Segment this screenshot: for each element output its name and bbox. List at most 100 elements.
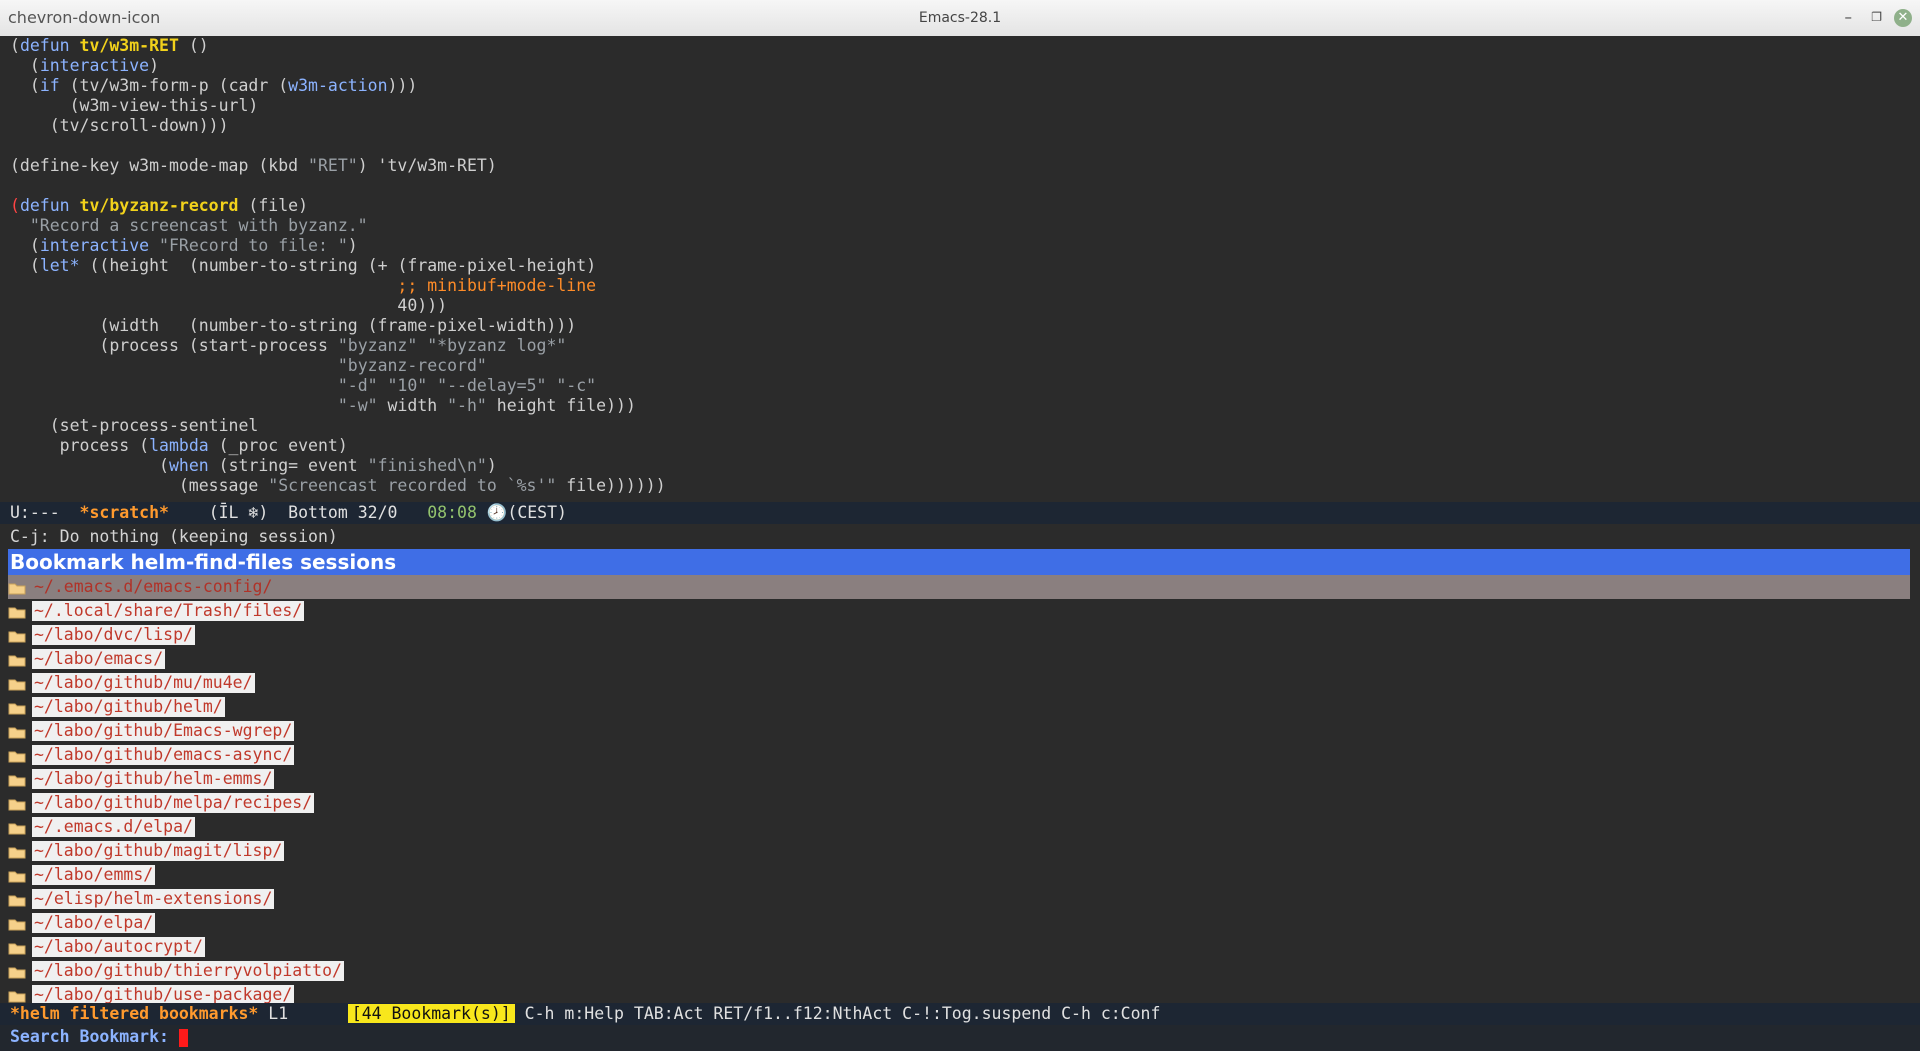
code-token: (	[10, 456, 169, 475]
code-line[interactable]	[0, 136, 1920, 156]
window-title: Emacs-28.1	[918, 10, 1002, 26]
code-line[interactable]: (let* ((height (number-to-string (+ (fra…	[0, 256, 1920, 276]
bookmark-path: ~/.local/share/Trash/files/	[32, 601, 305, 621]
code-token: (tv/w3m-form-p (cadr (	[59, 76, 289, 95]
code-token: "finished\n"	[367, 456, 487, 475]
bookmark-item[interactable]: ~/labo/github/helm/	[0, 695, 1920, 719]
code-line[interactable]: "-d" "10" "--delay=5" "-c"	[0, 376, 1920, 396]
window-titlebar: chevron-down-icon Emacs-28.1 – ❐ ✕	[0, 0, 1920, 37]
clock-icon-timezone: 🕗(CEST)	[476, 503, 567, 522]
bookmark-item[interactable]: ~/labo/emacs/	[0, 647, 1920, 671]
mode-indicators: (ĪL ❄) Bottom 32/0	[168, 503, 428, 522]
code-editor[interactable]: (defun tv/w3m-RET () (interactive) (if (…	[0, 36, 1920, 502]
code-line[interactable]: (process (start-process "byzanz" "*byzan…	[0, 336, 1920, 356]
minibuffer[interactable]: Search Bookmark:	[0, 1025, 1920, 1051]
code-line[interactable]: (interactive)	[0, 56, 1920, 76]
bookmark-path: ~/.emacs.d/elpa/	[32, 817, 195, 837]
code-token: "*byzanz log*"	[427, 336, 567, 355]
text-cursor	[178, 1028, 188, 1047]
code-line[interactable]: (w3m-view-this-url)	[0, 96, 1920, 116]
code-line[interactable]: (interactive "FRecord to file: ")	[0, 236, 1920, 256]
bookmark-path: ~/labo/github/helm-emms/	[32, 769, 275, 789]
code-token: (width (number-to-string (frame-pixel-wi…	[10, 316, 577, 335]
helm-line-number: L1	[258, 1004, 348, 1023]
code-token: ((height (number-to-string (+ (frame-pix…	[79, 256, 597, 275]
code-line[interactable]: "-w" width "-h" height file)))	[0, 396, 1920, 416]
code-token: tv/byzanz-record	[79, 196, 239, 215]
bookmark-path: ~/labo/elpa/	[32, 913, 156, 933]
minimize-icon[interactable]: –	[1845, 8, 1853, 26]
bookmark-path: ~/elisp/helm-extensions/	[32, 889, 275, 909]
close-icon[interactable]: ✕	[1894, 9, 1912, 27]
code-line[interactable]: 40)))	[0, 296, 1920, 316]
code-token: (	[10, 76, 40, 95]
code-line[interactable]: process (lambda (_proc event)	[0, 436, 1920, 456]
code-line[interactable]: (when (string= event "finished\n")	[0, 456, 1920, 476]
bookmark-item[interactable]: ~/elisp/helm-extensions/	[0, 887, 1920, 911]
code-line[interactable]: (define-key w3m-mode-map (kbd "RET") 'tv…	[0, 156, 1920, 176]
bookmark-item[interactable]: ~/labo/emms/	[0, 863, 1920, 887]
bookmark-item[interactable]: ~/labo/elpa/	[0, 911, 1920, 935]
bookmark-item[interactable]: ~/labo/github/melpa/recipes/	[0, 791, 1920, 815]
code-token: (_proc event)	[208, 436, 348, 455]
bookmark-path: ~/labo/emms/	[32, 865, 156, 885]
folder-icon	[8, 799, 26, 810]
bookmark-path: ~/labo/github/mu/mu4e/	[32, 673, 255, 693]
bookmark-path: ~/.emacs.d/emacs-config/	[34, 577, 273, 596]
code-line[interactable]: (message "Screencast recorded to `%s'" f…	[0, 476, 1920, 496]
code-token: 40)))	[10, 296, 448, 315]
bookmark-item[interactable]: ~/labo/github/Emacs-wgrep/	[0, 719, 1920, 743]
bookmark-path: ~/labo/github/melpa/recipes/	[32, 793, 315, 813]
code-token: (	[10, 36, 20, 55]
code-token: "-h"	[447, 396, 487, 415]
code-line[interactable]: (defun tv/byzanz-record (file)	[0, 196, 1920, 216]
code-line[interactable]: (width (number-to-string (frame-pixel-wi…	[0, 316, 1920, 336]
code-token: let*	[39, 256, 80, 275]
code-token: ;; minibuf+mode-line	[397, 276, 597, 295]
code-token: (	[10, 256, 40, 275]
bookmark-path: ~/labo/dvc/lisp/	[32, 625, 195, 645]
bookmark-item[interactable]: ~/labo/autocrypt/	[0, 935, 1920, 959]
bookmark-item[interactable]: ~/labo/github/thierryvolpiatto/	[0, 959, 1920, 983]
code-token: lambda	[149, 436, 209, 455]
bookmark-item[interactable]: ~/labo/github/helm-emms/	[0, 767, 1920, 791]
code-line[interactable]: ;; minibuf+mode-line	[0, 276, 1920, 296]
folder-icon	[8, 631, 26, 642]
bookmark-item[interactable]: ~/.emacs.d/elpa/	[0, 815, 1920, 839]
bookmark-item[interactable]: ~/labo/github/mu/mu4e/	[0, 671, 1920, 695]
code-line[interactable]: "Record a screencast with byzanz."	[0, 216, 1920, 236]
restore-icon[interactable]: ❐	[1871, 10, 1882, 24]
bookmark-item[interactable]: ~/.emacs.d/emacs-config/	[8, 575, 1910, 599]
code-line[interactable]: "byzanz-record"	[0, 356, 1920, 376]
code-line[interactable]: (defun tv/w3m-RET ()	[0, 36, 1920, 56]
bookmark-item[interactable]: ~/labo/github/emacs-async/	[0, 743, 1920, 767]
code-token: )	[486, 456, 497, 475]
code-token: "Record a screencast with byzanz."	[10, 216, 368, 235]
code-line[interactable]: (tv/scroll-down)))	[0, 116, 1920, 136]
buffer-name[interactable]: *scratch*	[80, 503, 169, 522]
mode-line: U:--- *scratch* (ĪL ❄) Bottom 32/0 08:08…	[0, 502, 1920, 524]
bookmark-count-badge: [44 Bookmark(s)]	[347, 1004, 515, 1023]
search-prompt: Search Bookmark:	[10, 1027, 179, 1046]
bookmark-item[interactable]: ~/labo/dvc/lisp/	[0, 623, 1920, 647]
echo-area: C-j: Do nothing (keeping session)	[10, 527, 338, 546]
code-line[interactable]: (set-process-sentinel	[0, 416, 1920, 436]
code-token: width	[377, 396, 448, 415]
helm-candidate-list[interactable]: ~/.emacs.d/emacs-config/ ~/.local/share/T…	[0, 575, 1920, 1007]
bookmark-item[interactable]: ~/labo/github/magit/lisp/	[0, 839, 1920, 863]
folder-icon	[8, 679, 26, 690]
bookmark-path: ~/labo/github/emacs-async/	[32, 745, 295, 765]
code-line[interactable]: (if (tv/w3m-form-p (cadr (w3m-action)))	[0, 76, 1920, 96]
code-token: "-w"	[337, 396, 378, 415]
code-token: w3m-action	[288, 76, 388, 95]
folder-icon	[8, 775, 26, 786]
folder-icon	[8, 919, 26, 930]
code-line[interactable]	[0, 176, 1920, 196]
bookmark-item[interactable]: ~/.local/share/Trash/files/	[0, 599, 1920, 623]
